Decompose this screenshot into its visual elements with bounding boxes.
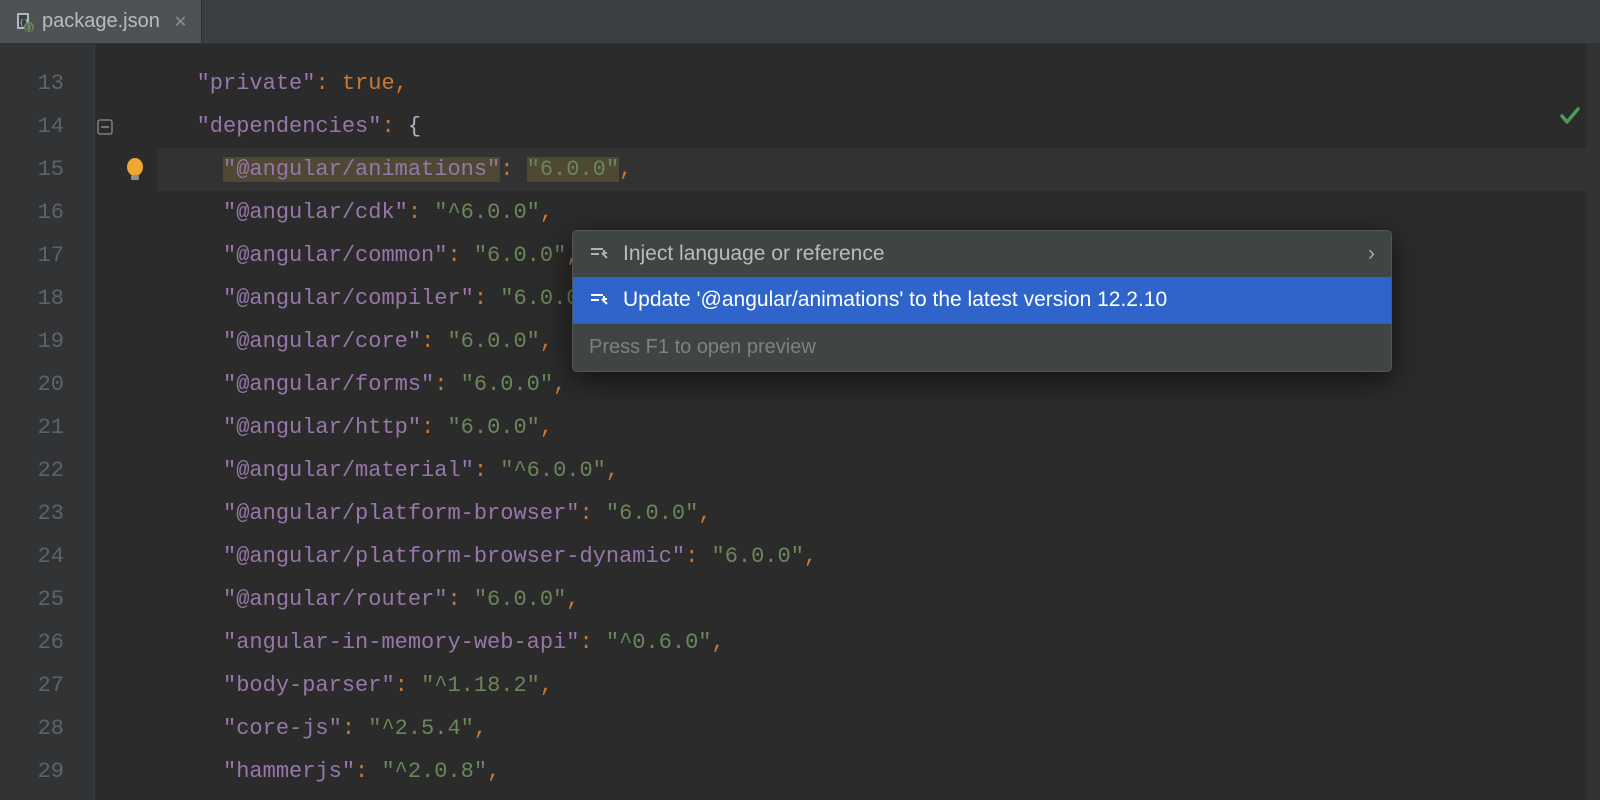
tab-filename: package.json [42,10,160,33]
line-number: 23 [0,492,94,535]
line-number-gutter: 1314151617181920212223242526272829 [0,44,95,800]
intention-bulb-icon[interactable] [123,156,149,182]
line-number: 18 [0,277,94,320]
code-line[interactable]: "@angular/platform-browser-dynamic": "6.… [157,535,1600,578]
line-number: 15 [0,148,94,191]
chevron-right-icon: › [1368,242,1375,266]
line-number: 21 [0,406,94,449]
line-number: 22 [0,449,94,492]
svg-text:{}: {} [25,24,33,32]
line-number: 19 [0,320,94,363]
line-number: 17 [0,234,94,277]
popup-hint: Press F1 to open preview [573,323,1391,371]
tab-package-json[interactable]: {} {} package.json ✕ [0,0,202,43]
line-number: 29 [0,750,94,793]
code-line[interactable]: "private": true, [157,62,1600,105]
code-line[interactable]: "angular-in-memory-web-api": "^0.6.0", [157,621,1600,664]
line-number: 20 [0,363,94,406]
fold-toggle-icon[interactable] [95,117,115,137]
code-line[interactable]: "dependencies": { [157,105,1600,148]
intention-action-label: Inject language or reference [623,242,1354,266]
line-number: 27 [0,664,94,707]
code-line[interactable]: "core-js": "^2.5.4", [157,707,1600,750]
vertical-scrollbar[interactable] [1586,44,1600,800]
line-number: 24 [0,535,94,578]
editor: 1314151617181920212223242526272829 "priv… [0,44,1600,800]
line-number: 13 [0,62,94,105]
code-line[interactable]: "body-parser": "^1.18.2", [157,664,1600,707]
line-number: 25 [0,578,94,621]
code-line[interactable]: "@angular/platform-browser": "6.0.0", [157,492,1600,535]
code-line[interactable]: "@angular/cdk": "^6.0.0", [157,191,1600,234]
line-number: 14 [0,105,94,148]
code-line[interactable]: "@angular/animations": "6.0.0", [157,148,1600,191]
intention-action[interactable]: Update '@angular/animations' to the late… [573,277,1391,323]
json-file-icon: {} {} [14,12,34,32]
line-number: 16 [0,191,94,234]
inspection-ok-icon[interactable] [1558,104,1582,135]
code-line[interactable]: "@angular/http": "6.0.0", [157,406,1600,449]
code-area[interactable]: "private": true, "dependencies": { "@ang… [157,44,1600,800]
intention-popup: Inject language or reference › Update '@an… [572,230,1392,372]
intention-action-label: Update '@angular/animations' to the late… [623,288,1375,312]
code-line[interactable]: "@angular/material": "^6.0.0", [157,449,1600,492]
icon-strip [117,44,157,800]
intention-action-icon [589,244,609,264]
line-number: 28 [0,707,94,750]
fold-strip [95,44,117,800]
code-line[interactable]: "@angular/router": "6.0.0", [157,578,1600,621]
intention-action[interactable]: Inject language or reference › [573,231,1391,277]
close-tab-icon[interactable]: ✕ [174,12,187,32]
tab-bar: {} {} package.json ✕ [0,0,1600,44]
intention-action-icon [589,290,609,310]
line-number: 26 [0,621,94,664]
code-line[interactable]: "hammerjs": "^2.0.8", [157,750,1600,793]
